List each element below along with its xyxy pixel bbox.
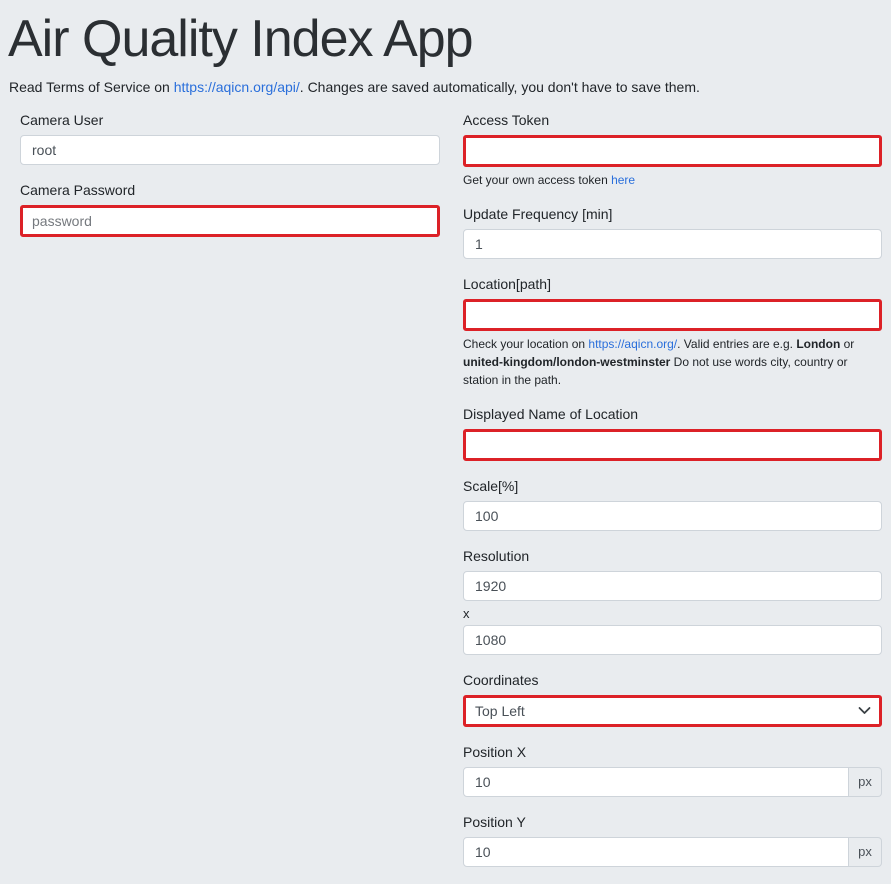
camera-user-label: Camera User	[20, 112, 440, 128]
displayed-name-input[interactable]	[463, 429, 882, 461]
left-column: Camera User Camera Password	[20, 112, 440, 884]
scale-label: Scale[%]	[463, 478, 882, 494]
access-token-label: Access Token	[463, 112, 882, 128]
terms-note-suffix: . Changes are saved automatically, you d…	[300, 79, 700, 95]
aqicn-link[interactable]: https://aqicn.org/	[588, 337, 677, 351]
camera-user-input[interactable]	[20, 135, 440, 165]
position-x-input[interactable]	[463, 767, 849, 797]
update-frequency-label: Update Frequency [min]	[463, 206, 882, 222]
position-y-group: Position Y px	[463, 814, 882, 867]
coordinates-select[interactable]: Top Left	[463, 695, 882, 727]
position-y-label: Position Y	[463, 814, 882, 830]
terms-note-prefix: Read Terms of Service on	[9, 79, 174, 95]
location-help-part2: . Valid entries are e.g.	[677, 337, 796, 351]
position-x-group: Position X px	[463, 744, 882, 797]
terms-note: Read Terms of Service on https://aqicn.o…	[9, 79, 882, 95]
access-token-input[interactable]	[463, 135, 882, 167]
location-help-example-1: London	[796, 337, 840, 351]
position-x-unit: px	[849, 767, 882, 797]
app-page: Air Quality Index App Read Terms of Serv…	[0, 0, 891, 817]
access-token-help-text: Get your own access token	[463, 173, 611, 187]
terms-of-service-link[interactable]: https://aqicn.org/api/	[174, 79, 300, 95]
settings-form: Camera User Camera Password Access Token…	[20, 112, 882, 884]
coordinates-label: Coordinates	[463, 672, 882, 688]
coordinates-group: Coordinates Top Left	[463, 672, 882, 727]
resolution-group: Resolution x	[463, 548, 882, 655]
location-path-label: Location[path]	[463, 276, 882, 292]
location-help-example-2: united-kingdom/london-westminster	[463, 355, 670, 369]
access-token-help: Get your own access token here	[463, 171, 882, 189]
location-path-help: Check your location on https://aqicn.org…	[463, 335, 882, 389]
scale-input[interactable]	[463, 501, 882, 531]
resolution-x-label: x	[463, 606, 882, 621]
position-x-label: Position X	[463, 744, 882, 760]
location-path-group: Location[path] Check your location on ht…	[463, 276, 882, 389]
coordinates-select-wrap: Top Left	[463, 695, 882, 727]
scale-group: Scale[%]	[463, 478, 882, 531]
location-path-input[interactable]	[463, 299, 882, 331]
camera-password-group: Camera Password	[20, 182, 440, 237]
update-frequency-group: Update Frequency [min]	[463, 206, 882, 259]
location-help-part3: or	[840, 337, 854, 351]
page-title: Air Quality Index App	[8, 10, 882, 70]
position-y-input[interactable]	[463, 837, 849, 867]
position-y-input-group: px	[463, 837, 882, 867]
resolution-height-input[interactable]	[463, 625, 882, 655]
position-y-unit: px	[849, 837, 882, 867]
update-frequency-input[interactable]	[463, 229, 882, 259]
location-help-part1: Check your location on	[463, 337, 588, 351]
resolution-width-input[interactable]	[463, 571, 882, 601]
access-token-here-link[interactable]: here	[611, 173, 635, 187]
displayed-name-label: Displayed Name of Location	[463, 406, 882, 422]
camera-password-input[interactable]	[20, 205, 440, 237]
access-token-group: Access Token Get your own access token h…	[463, 112, 882, 189]
resolution-label: Resolution	[463, 548, 882, 564]
camera-user-group: Camera User	[20, 112, 440, 165]
position-x-input-group: px	[463, 767, 882, 797]
displayed-name-group: Displayed Name of Location	[463, 406, 882, 461]
camera-password-label: Camera Password	[20, 182, 440, 198]
right-column: Access Token Get your own access token h…	[463, 112, 882, 884]
